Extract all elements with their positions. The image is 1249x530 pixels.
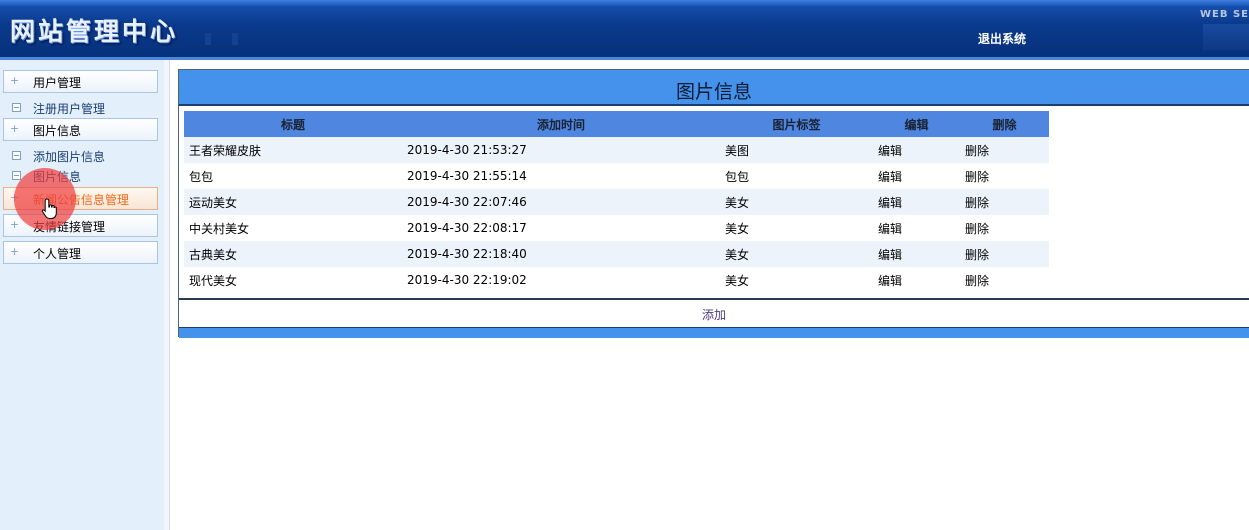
- menu-group-label: 个人管理: [33, 247, 82, 261]
- delete-link[interactable]: 删除: [960, 163, 1049, 189]
- cell-title: 古典美女: [184, 241, 402, 267]
- panel-bottom-bar: [179, 327, 1249, 338]
- minus-box-icon: [12, 171, 21, 180]
- plus-icon: +: [10, 122, 20, 135]
- cell-tag: 美女: [720, 189, 873, 215]
- edit-link[interactable]: 编辑: [873, 163, 960, 189]
- cell-tag: 包包: [720, 163, 873, 189]
- cell-title: 运动美女: [184, 189, 402, 215]
- minus-box-icon: [12, 103, 21, 112]
- menu-group-label: 新闻公告信息管理: [33, 193, 130, 207]
- cell-title: 包包: [184, 163, 402, 189]
- table-row: 现代美女 2019-4-30 22:19:02 美女 编辑 删除: [184, 267, 1049, 293]
- menu-group-news-management[interactable]: + 新闻公告信息管理: [3, 187, 158, 210]
- cell-time: 2019-4-30 21:53:27: [402, 137, 720, 163]
- plus-icon: +: [10, 74, 20, 87]
- header-decoration: [205, 33, 211, 45]
- column-header-edit: 编辑: [873, 111, 960, 137]
- cell-tag: 美女: [720, 267, 873, 293]
- header-logo-box: [1203, 24, 1249, 50]
- delete-link[interactable]: 删除: [960, 189, 1049, 215]
- cell-tag: 美女: [720, 241, 873, 267]
- panel-footer: 添加: [179, 298, 1249, 327]
- edit-link[interactable]: 编辑: [873, 189, 960, 215]
- plus-icon: +: [10, 245, 20, 258]
- image-info-panel: 图片信息 标题 添加时间 图片标签 编辑 删除 王者荣耀皮肤 2019-4-30…: [178, 69, 1249, 338]
- cell-tag: 美图: [720, 137, 873, 163]
- column-header-time: 添加时间: [402, 111, 720, 137]
- logout-link[interactable]: 退出系统: [978, 30, 1026, 47]
- menu-group-personal[interactable]: + 个人管理: [3, 241, 158, 264]
- menu-group-image-info[interactable]: + 图片信息: [3, 118, 158, 141]
- menu-item-label: 添加图片信息: [33, 150, 106, 164]
- cell-tag: 美女: [720, 215, 873, 241]
- column-header-title: 标题: [184, 111, 402, 137]
- table-row: 古典美女 2019-4-30 22:18:40 美女 编辑 删除: [184, 241, 1049, 267]
- cell-time: 2019-4-30 21:55:14: [402, 163, 720, 189]
- image-info-table: 标题 添加时间 图片标签 编辑 删除 王者荣耀皮肤 2019-4-30 21:5…: [184, 111, 1049, 293]
- menu-item-label: 图片信息: [33, 170, 82, 184]
- cell-title: 王者荣耀皮肤: [184, 137, 402, 163]
- menu-group-label: 友情链接管理: [33, 220, 106, 234]
- cell-title: 现代美女: [184, 267, 402, 293]
- column-header-tag: 图片标签: [720, 111, 873, 137]
- menu-group-user-management[interactable]: + 用户管理: [3, 70, 158, 93]
- edit-link[interactable]: 编辑: [873, 267, 960, 293]
- header-stripe: [0, 0, 1249, 6]
- minus-box-icon: [12, 151, 21, 160]
- table-row: 中关村美女 2019-4-30 22:08:17 美女 编辑 删除: [184, 215, 1049, 241]
- add-link[interactable]: 添加: [179, 306, 1249, 323]
- table-row: 运动美女 2019-4-30 22:07:46 美女 编辑 删除: [184, 189, 1049, 215]
- site-title: 网站管理中心: [10, 17, 179, 46]
- cell-title: 中关村美女: [184, 215, 402, 241]
- web-tag: WEB SE: [1200, 9, 1249, 20]
- menu-group-label: 图片信息: [33, 124, 82, 138]
- table-row: 王者荣耀皮肤 2019-4-30 21:53:27 美图 编辑 删除: [184, 137, 1049, 163]
- menu-group-label: 用户管理: [33, 76, 82, 90]
- table-header-row: 标题 添加时间 图片标签 编辑 删除: [184, 111, 1049, 137]
- panel-title-bar: 图片信息: [179, 70, 1249, 106]
- sidebar-divider[interactable]: [164, 60, 170, 530]
- delete-link[interactable]: 删除: [960, 137, 1049, 163]
- menu-item-label: 注册用户管理: [33, 102, 106, 116]
- edit-link[interactable]: 编辑: [873, 241, 960, 267]
- header-decoration: [232, 33, 238, 45]
- cell-time: 2019-4-30 22:18:40: [402, 241, 720, 267]
- delete-link[interactable]: 删除: [960, 267, 1049, 293]
- panel-title: 图片信息: [675, 81, 752, 103]
- table-row: 包包 2019-4-30 21:55:14 包包 编辑 删除: [184, 163, 1049, 189]
- edit-link[interactable]: 编辑: [873, 137, 960, 163]
- cell-time: 2019-4-30 22:19:02: [402, 267, 720, 293]
- plus-icon: +: [10, 191, 20, 204]
- cell-time: 2019-4-30 22:07:46: [402, 189, 720, 215]
- column-header-delete: 删除: [960, 111, 1049, 137]
- menu-group-friend-links[interactable]: + 友情链接管理: [3, 214, 158, 237]
- plus-icon: +: [10, 218, 20, 231]
- delete-link[interactable]: 删除: [960, 215, 1049, 241]
- top-header: 网站管理中心 退出系统 WEB SE: [0, 0, 1249, 60]
- cell-time: 2019-4-30 22:08:17: [402, 215, 720, 241]
- delete-link[interactable]: 删除: [960, 241, 1049, 267]
- edit-link[interactable]: 编辑: [873, 215, 960, 241]
